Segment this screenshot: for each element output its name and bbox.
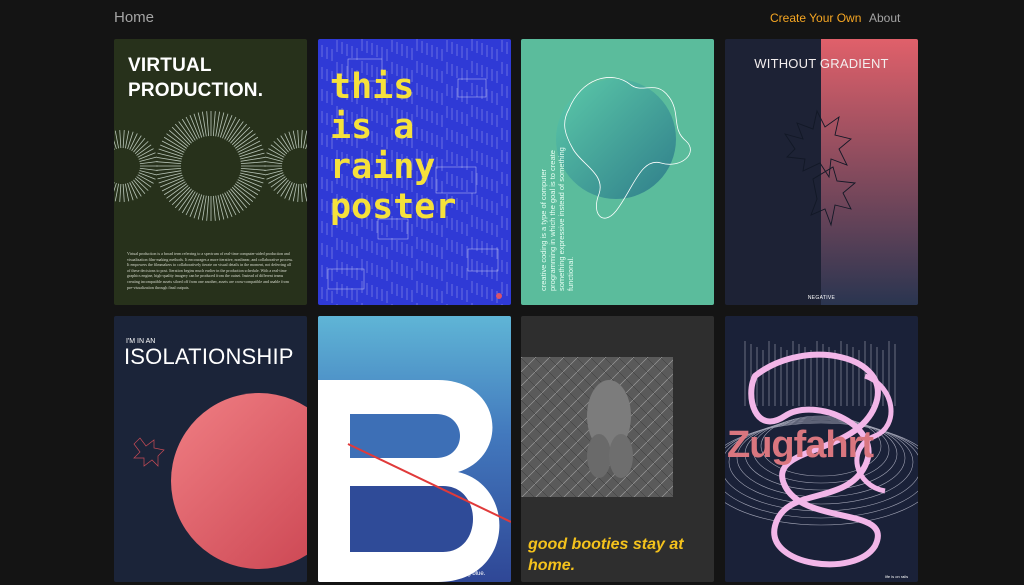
poster-title: WITHOUT GRADIENT: [754, 56, 889, 71]
poster-footer: NEGATIVE: [807, 295, 836, 301]
poster-title: Zugfahrt: [727, 424, 874, 466]
poster-title: ISOLATIONSHIP: [124, 344, 294, 369]
poster-card-feeling-blue[interactable]: feeling blue.: [318, 316, 511, 582]
poster-body-text: Virtual production is a broad term refer…: [127, 251, 294, 290]
poster-card-good-booties[interactable]: good booties stay at home.: [521, 316, 714, 582]
nav-create-your-own-link[interactable]: Create Your Own: [770, 11, 861, 25]
nav-about-link[interactable]: About: [869, 11, 900, 25]
poster-footer: life is on rails: [885, 574, 909, 579]
poster-footer: feeling blue.: [453, 571, 486, 577]
poster-card-zugfahrt[interactable]: Zugfahrt life is on rails: [725, 316, 918, 582]
poster-card-creative-coding[interactable]: creative coding is a type of computer pr…: [521, 39, 714, 305]
letter-b-graphic: [318, 316, 511, 582]
poster-card-isolationship[interactable]: I'M IN AN ISOLATIONSHIP: [114, 316, 307, 582]
poster-vertical-text: creative coding is a type of computer pr…: [539, 147, 575, 291]
poster-title: good booties stay at home.: [528, 536, 684, 574]
poster-title: this is a rainy poster: [330, 67, 457, 227]
poster-title: VIRTUAL PRODUCTION.: [128, 55, 264, 101]
poster-card-rainy[interactable]: this is a rainy poster: [318, 39, 511, 305]
nav-home-link[interactable]: Home: [114, 9, 154, 26]
top-nav: Home Create Your Own About: [0, 0, 1024, 38]
poster-card-virtual-production[interactable]: VIRTUAL PRODUCTION. Virtual production i…: [114, 39, 307, 305]
poster-card-without-gradient[interactable]: WITHOUT GRADIENT NEGATIVE: [725, 39, 918, 305]
split-gradient-graphic: [783, 39, 918, 305]
